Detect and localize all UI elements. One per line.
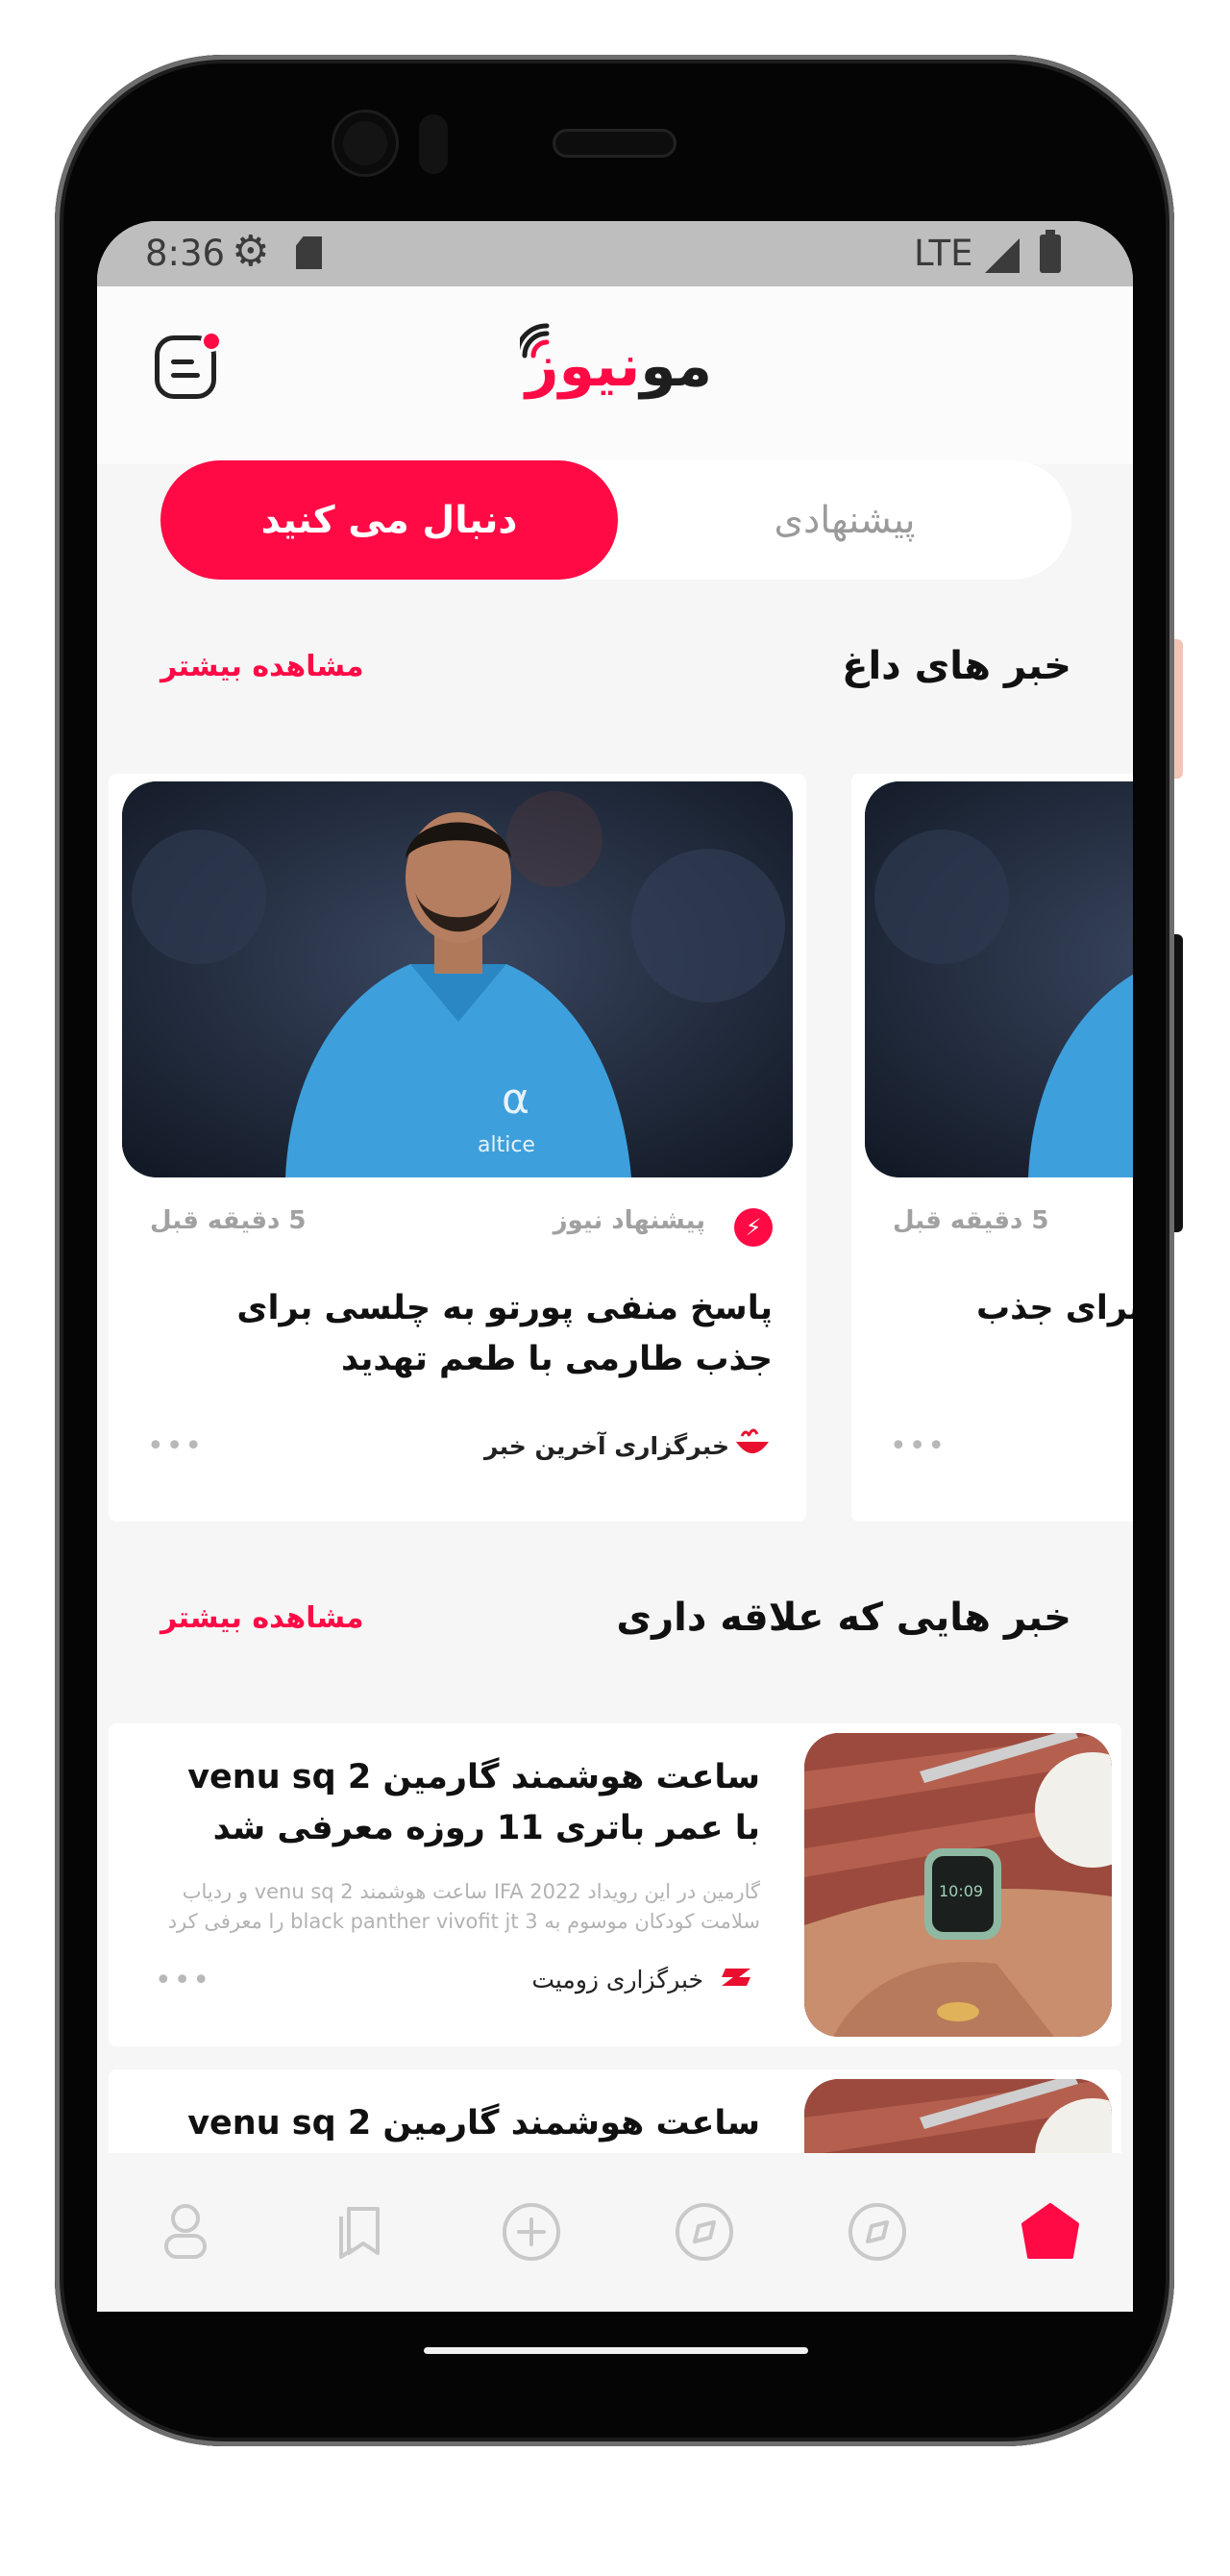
hot-news-title: خبر های داغ — [842, 644, 1071, 688]
hot-news-see-more-link[interactable]: مشاهده بیشتر — [160, 650, 364, 683]
screen: 8:36 ⚙ LTE مونیوز دنبال می کنید پیشنهادی… — [97, 221, 1133, 2312]
home-indicator[interactable] — [424, 2347, 808, 2354]
app-logo: مونیوز — [520, 315, 712, 421]
nav-bookmarks[interactable] — [320, 2193, 397, 2270]
add-icon — [503, 2203, 560, 2261]
svg-text:10:09: 10:09 — [939, 1882, 983, 1900]
zoomit-logo-icon — [722, 1969, 750, 1986]
earpiece-speaker — [555, 132, 674, 155]
hot-news-card[interactable]: 5 دقیقه قبل پاسخ منفی پورتو به چلسی برای… — [851, 774, 1133, 1522]
news-title[interactable]: پاسخ منفی پورتو به چلسی برای جذب طارمی ب… — [158, 1283, 773, 1385]
menu-line — [171, 373, 200, 378]
news-image — [865, 781, 1133, 1177]
app-header: مونیوز — [97, 286, 1133, 464]
logo-text: مونیوز — [526, 333, 712, 400]
discover-icon — [849, 2203, 906, 2261]
news-image: α altice — [122, 781, 793, 1177]
bookmark-icon — [339, 2207, 380, 2259]
news-list-item[interactable]: 10:09 ساعت هوشمند گارمین venu sq 2 با عم… — [109, 1723, 1121, 2046]
sd-card-icon — [296, 236, 322, 269]
battery-icon — [1040, 230, 1061, 273]
tab-following[interactable]: دنبال می کنید — [160, 460, 618, 580]
svg-text:α: α — [502, 1075, 529, 1124]
bottom-navigation — [97, 2153, 1133, 2312]
news-title[interactable]: پاسخ منفی پورتو به چلسی برای جذب — [976, 1283, 1133, 1334]
front-camera — [334, 112, 396, 174]
player-photo: α altice — [122, 781, 793, 1177]
agency-name: خبرگزاری زومیت — [531, 1966, 703, 1994]
profile-icon — [164, 2204, 207, 2259]
news-time: 5 دقیقه قبل — [893, 1206, 1049, 1235]
player-photo — [865, 781, 1133, 1177]
news-title[interactable]: ساعت هوشمند گارمین venu sq 2 با عمر باتر… — [164, 1752, 760, 1854]
nav-home[interactable] — [1012, 2193, 1089, 2270]
agency-logo-icon — [736, 1428, 769, 1453]
more-options-button[interactable]: ••• — [147, 1429, 204, 1463]
smartwatch-photo: 10:09 — [804, 1733, 1112, 2037]
signal-icon — [985, 238, 1020, 273]
feed-tabs: دنبال می کنید پیشنهادی — [160, 460, 1071, 580]
nav-explore[interactable] — [666, 2193, 743, 2270]
gear-icon: ⚙ — [232, 227, 270, 276]
news-summary: گارمین در این رویداد IFA 2022 ساعت هوشمن… — [167, 1880, 760, 1933]
nav-profile[interactable] — [147, 2193, 224, 2270]
status-bar: 8:36 ⚙ LTE — [97, 221, 1133, 286]
explore-icon — [676, 2203, 733, 2261]
agency-name: خبرگزاری آخرین خبر — [484, 1432, 729, 1460]
news-image: 10:09 — [804, 1733, 1112, 2037]
news-source-label: پیشنهاد نیوز — [553, 1206, 705, 1235]
proximity-sensor — [419, 114, 448, 174]
notification-dot — [201, 331, 222, 352]
status-time: 8:36 — [145, 233, 226, 274]
lightning-icon: ⚡ — [734, 1208, 773, 1247]
hot-news-card[interactable]: α altice 5 دقیقه قبل پیشنهاد نیوز ⚡ پاسخ… — [109, 774, 806, 1522]
nav-discover[interactable] — [839, 2193, 916, 2270]
more-options-button[interactable]: ••• — [890, 1429, 947, 1463]
svg-text:altice: altice — [478, 1133, 535, 1157]
home-icon — [1021, 2203, 1079, 2259]
more-options-button[interactable]: ••• — [155, 1964, 211, 1997]
network-type: LTE — [914, 233, 973, 274]
menu-line — [171, 359, 194, 364]
logo-text-part2: نیوز — [526, 333, 641, 400]
tab-suggested[interactable]: پیشنهادی — [618, 460, 1071, 580]
nav-add[interactable] — [493, 2193, 570, 2270]
logo-text-part1: مو — [640, 333, 712, 400]
interests-see-more-link[interactable]: مشاهده بیشتر — [160, 1601, 364, 1635]
news-time: 5 دقیقه قبل — [150, 1206, 307, 1235]
notifications-menu-button[interactable] — [155, 331, 222, 399]
interests-title: خبر هایی که علاقه داری — [616, 1596, 1071, 1640]
